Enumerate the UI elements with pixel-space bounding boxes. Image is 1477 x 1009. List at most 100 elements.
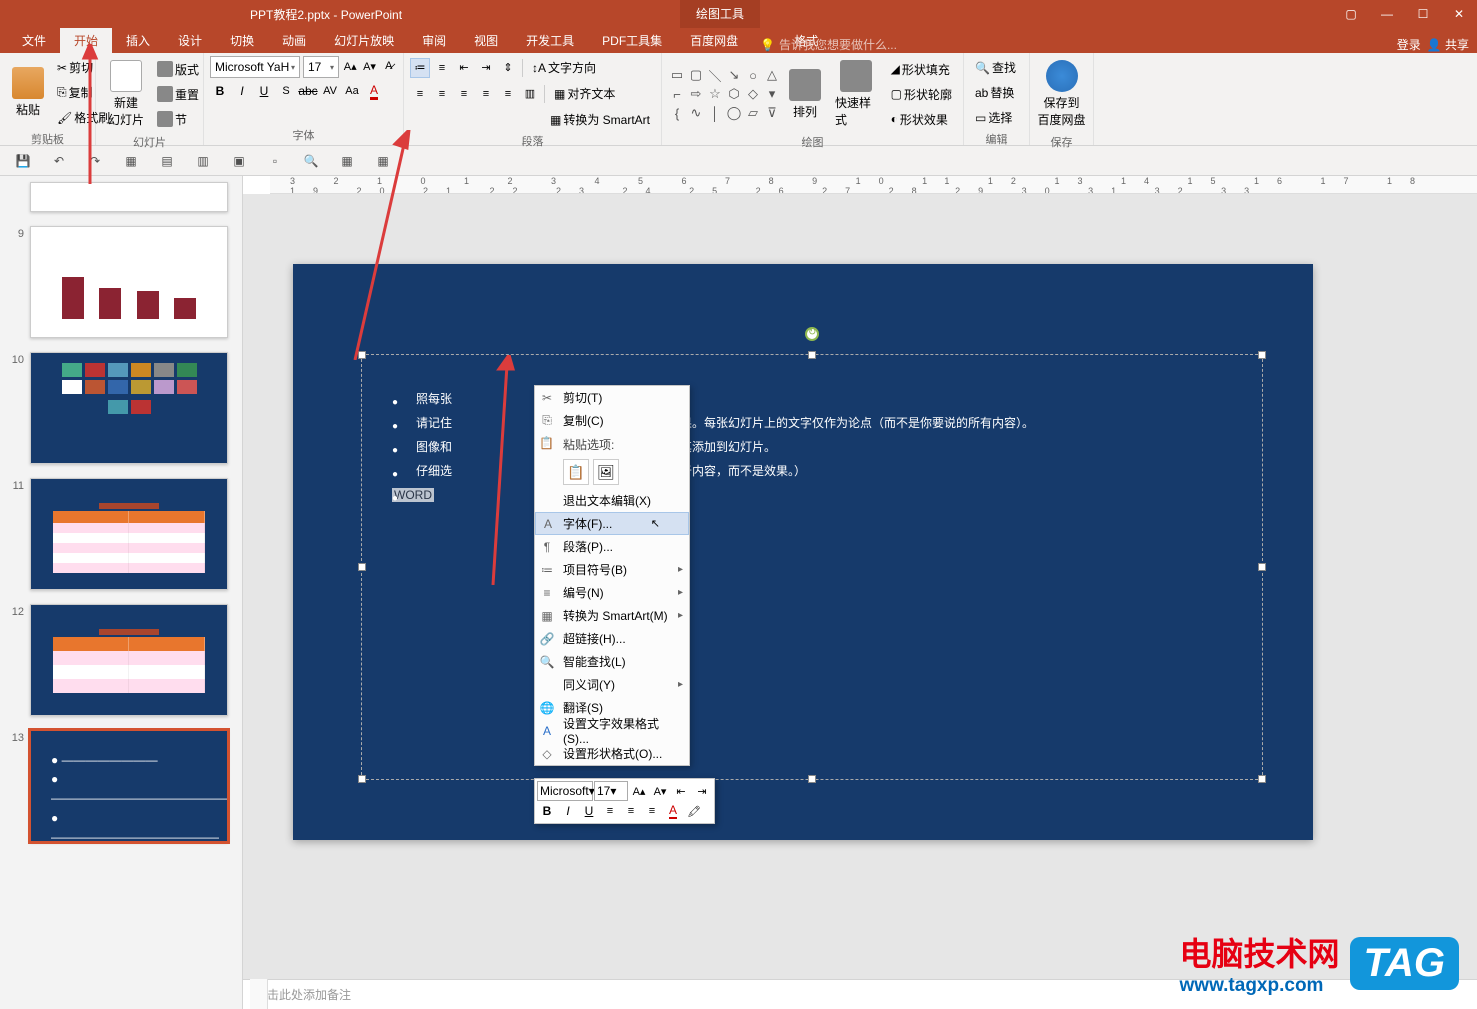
mini-align2[interactable]: ≡ <box>621 801 641 821</box>
tell-me-search[interactable]: 💡 告诉我您想要做什么... <box>760 36 897 53</box>
mini-grow-font[interactable]: A▴ <box>629 781 649 801</box>
tab-animation[interactable]: 动画 <box>268 28 320 53</box>
shape-rect-icon[interactable]: ▢ <box>687 66 705 84</box>
font-name-combo[interactable]: Microsoft YaH▾ <box>210 56 300 78</box>
mini-indent-right[interactable]: ⇥ <box>692 781 712 801</box>
save-button[interactable]: 💾 <box>14 152 32 170</box>
slide-canvas[interactable]: 照每张示文稿。 请记住文稿的视觉效果。每张幻灯片上的文字仅作为论点（而不是你要说… <box>243 194 1477 979</box>
resize-handle-e[interactable] <box>1258 563 1266 571</box>
align-text-button[interactable]: ▦对齐文本 <box>549 82 620 105</box>
align-right-button[interactable]: ≡ <box>454 84 474 104</box>
qat-11[interactable]: ▦ <box>374 152 392 170</box>
qat-10[interactable]: ▦ <box>338 152 356 170</box>
change-case-button[interactable]: Aa <box>342 81 362 101</box>
cm-paragraph[interactable]: ¶段落(P)... <box>535 535 689 558</box>
tab-file[interactable]: 文件 <box>8 28 60 53</box>
grow-font-button[interactable]: A▴ <box>342 56 358 76</box>
thumb-12[interactable]: 12 <box>6 602 236 718</box>
shape-fill-button[interactable]: ◢形状填充 <box>886 58 957 81</box>
columns-button[interactable]: ▥ <box>520 84 540 104</box>
mini-font-size[interactable]: 17▾ <box>594 781 628 801</box>
increase-indent-button[interactable]: ⇥ <box>476 58 496 78</box>
replace-button[interactable]: ab替换 <box>970 81 1023 104</box>
shadow-button[interactable]: S <box>276 81 296 101</box>
cm-text-effects[interactable]: A设置文字效果格式(S)... <box>535 719 689 742</box>
shape-expand-icon[interactable]: ⊽ <box>763 104 781 122</box>
horizontal-ruler[interactable]: 3 2 1 0 1 2 3 4 5 6 7 8 9 10 11 12 13 14… <box>270 176 1477 194</box>
paste-keep-source-button[interactable]: 📋 <box>563 459 589 485</box>
paste-picture-button[interactable]: 🖼 <box>593 459 619 485</box>
underline-button[interactable]: U <box>254 81 274 101</box>
shape-star-icon[interactable]: ☆ <box>706 85 724 103</box>
shape-outline-button[interactable]: ▢形状轮廓 <box>886 83 957 106</box>
qat-9[interactable]: 🔍 <box>302 152 320 170</box>
select-button[interactable]: ▭选择 <box>970 106 1023 129</box>
bold-button[interactable]: B <box>210 81 230 101</box>
qat-5[interactable]: ▤ <box>158 152 176 170</box>
bullets-button[interactable]: ≔ <box>410 58 430 78</box>
shape-hex-icon[interactable]: ⬡ <box>725 85 743 103</box>
align-center-button[interactable]: ≡ <box>432 84 452 104</box>
paste-button[interactable]: 粘贴 <box>6 63 50 122</box>
mini-bold[interactable]: B <box>537 801 557 821</box>
shape-callout-icon[interactable]: ◇ <box>744 85 762 103</box>
selected-text[interactable]: WORD <box>392 488 434 502</box>
shape-brace-icon[interactable]: { <box>668 104 686 122</box>
align-left-button[interactable]: ≡ <box>410 84 430 104</box>
qat-4[interactable]: ▦ <box>122 152 140 170</box>
find-button[interactable]: 🔍查找 <box>970 56 1023 79</box>
layout-button[interactable]: 版式 <box>152 58 204 81</box>
tab-insert[interactable]: 插入 <box>112 28 164 53</box>
shape-arrow-icon[interactable]: ↘ <box>725 66 743 84</box>
quick-styles-button[interactable]: 快速样式 <box>829 56 884 132</box>
mini-shrink-font[interactable]: A▾ <box>650 781 670 801</box>
strikethrough-button[interactable]: abc <box>298 81 318 101</box>
resize-handle-s[interactable] <box>808 775 816 783</box>
shape-connector-icon[interactable]: ⌐ <box>668 85 686 103</box>
character-spacing-button[interactable]: AV <box>320 81 340 101</box>
slide[interactable]: 照每张示文稿。 请记住文稿的视觉效果。每张幻灯片上的文字仅作为论点（而不是你要说… <box>293 264 1313 840</box>
mini-indent-left[interactable]: ⇤ <box>671 781 691 801</box>
resize-handle-w[interactable] <box>358 563 366 571</box>
cm-synonyms[interactable]: 同义词(Y)▸ <box>535 673 689 696</box>
mini-font-color[interactable]: A <box>663 801 683 821</box>
tab-transition[interactable]: 切换 <box>216 28 268 53</box>
thumb-10[interactable]: 10 ★ <box>6 350 236 466</box>
qat-6[interactable]: ▥ <box>194 152 212 170</box>
italic-button[interactable]: I <box>232 81 252 101</box>
tab-review[interactable]: 审阅 <box>408 28 460 53</box>
cm-shape-format[interactable]: ◇设置形状格式(O)... <box>535 742 689 765</box>
cm-cut[interactable]: ✂剪切(T) <box>535 386 689 409</box>
mini-highlight[interactable]: 🖍 <box>684 801 704 821</box>
save-to-baidu-button[interactable]: 保存到 百度网盘 <box>1036 56 1087 132</box>
shape-effects-button[interactable]: ◐形状效果 <box>886 108 957 131</box>
cm-numbering[interactable]: ≡编号(N)▸ <box>535 581 689 604</box>
mini-italic[interactable]: I <box>558 801 578 821</box>
cm-copy[interactable]: ⎘复制(C) <box>535 409 689 432</box>
shape-triangle-icon[interactable]: △ <box>763 66 781 84</box>
resize-handle-n[interactable] <box>808 351 816 359</box>
clear-formatting-button[interactable]: A̷ <box>381 56 397 76</box>
mini-underline[interactable]: U <box>579 801 599 821</box>
convert-smartart-button[interactable]: ▦转换为 SmartArt <box>545 108 655 131</box>
mini-font-name[interactable]: Microsoft▾ <box>537 781 593 801</box>
mini-align[interactable]: ≡ <box>600 801 620 821</box>
reset-button[interactable]: 重置 <box>152 83 204 106</box>
qat-7[interactable]: ▣ <box>230 152 248 170</box>
shape-vert-icon[interactable]: │ <box>706 104 724 122</box>
shape-textbox-icon[interactable]: ▭ <box>668 66 686 84</box>
cm-smartart[interactable]: ▦转换为 SmartArt(M)▸ <box>535 604 689 627</box>
mini-align3[interactable]: ≡ <box>642 801 662 821</box>
thumb-9[interactable]: 9 ★ <box>6 224 236 340</box>
tab-baidu[interactable]: 百度网盘 <box>676 28 752 53</box>
maximize-button[interactable]: ☐ <box>1405 0 1441 28</box>
shape-line-icon[interactable]: ＼ <box>706 66 724 84</box>
cm-font[interactable]: A字体(F)...↖ <box>535 512 689 535</box>
thumb-11[interactable]: 11 <box>6 476 236 592</box>
justify-button[interactable]: ≡ <box>476 84 496 104</box>
shape-more-icon[interactable]: ▾ <box>763 85 781 103</box>
content-textbox[interactable]: 照每张示文稿。 请记住文稿的视觉效果。每张幻灯片上的文字仅作为论点（而不是你要说… <box>361 354 1263 780</box>
arrange-button[interactable]: 排列 <box>783 65 827 124</box>
rotation-handle[interactable] <box>805 327 819 341</box>
line-spacing-button[interactable]: ⇕ <box>498 58 518 78</box>
